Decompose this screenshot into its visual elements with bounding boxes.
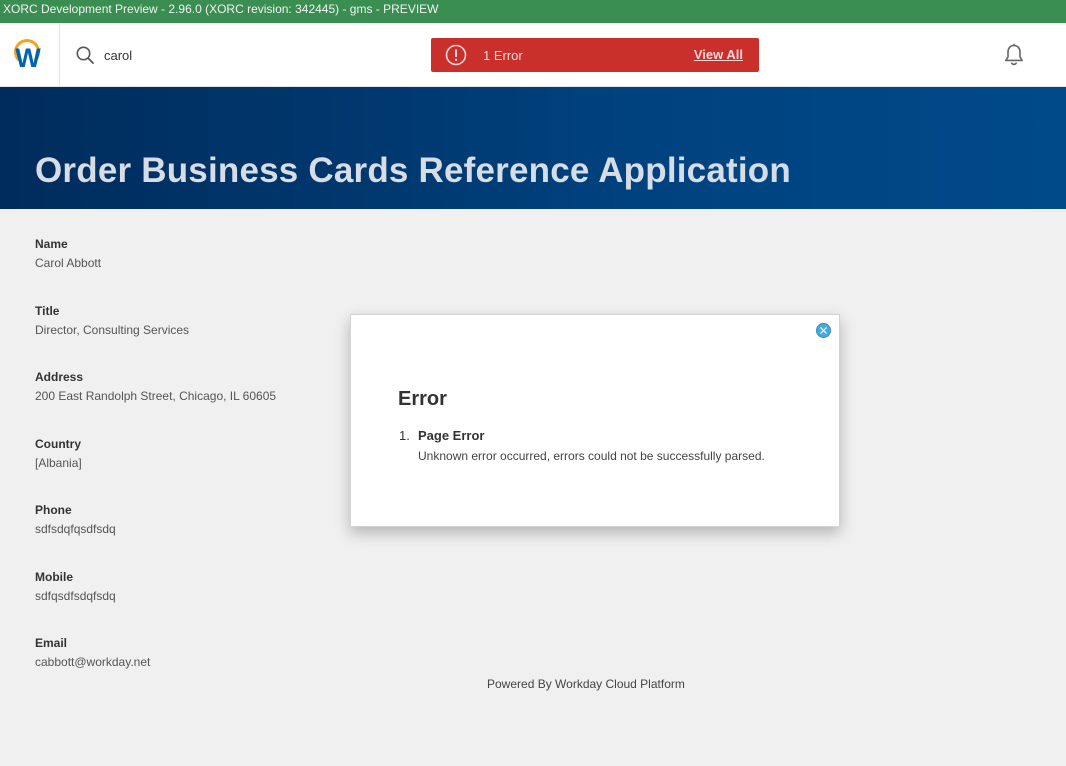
error-dialog: Error 1. Page Error Unknown error occurr… — [350, 314, 840, 527]
footer-powered-by: Powered By Workday Cloud Platform — [487, 677, 685, 691]
error-heading: Page Error — [418, 428, 485, 443]
page-title: Order Business Cards Reference Applicati… — [35, 151, 791, 190]
error-number: 1. — [399, 428, 410, 443]
workday-logo-icon: W — [15, 43, 41, 73]
top-header: W 1 Error View All — [0, 23, 1066, 87]
error-icon — [445, 44, 467, 66]
field-mobile: Mobile sdfqsdfsdqfsdq — [35, 569, 635, 636]
search-input[interactable] — [104, 45, 404, 65]
bell-icon[interactable] — [1003, 43, 1025, 67]
error-summary-bar[interactable]: 1 Error View All — [431, 38, 759, 72]
app-root: XORC Development Preview - 2.96.0 (XORC … — [0, 0, 1066, 766]
field-label: Mobile — [35, 569, 73, 584]
view-all-link[interactable]: View All — [694, 47, 743, 62]
home-logo[interactable]: W — [0, 23, 60, 87]
close-button[interactable] — [816, 323, 831, 338]
error-count: 1 Error — [483, 47, 523, 63]
search-icon[interactable] — [76, 46, 94, 64]
field-value: cabbott@workday.net — [35, 655, 151, 669]
field-value: Carol Abbott — [35, 256, 102, 270]
field-label: Name — [35, 237, 68, 251]
dialog-title: Error — [398, 388, 447, 410]
field-name: Name Carol Abbott — [35, 236, 635, 303]
close-icon — [820, 327, 827, 334]
field-label: Email — [35, 636, 68, 650]
field-value: sdfqsdfsdqfsdq — [35, 588, 116, 603]
page-hero: Order Business Cards Reference Applicati… — [0, 87, 1066, 209]
error-message: Unknown error occurred, errors could not… — [418, 449, 765, 463]
field-email: Email cabbott@workday.net — [35, 635, 635, 702]
preview-banner: XORC Development Preview - 2.96.0 (XORC … — [0, 0, 1066, 23]
